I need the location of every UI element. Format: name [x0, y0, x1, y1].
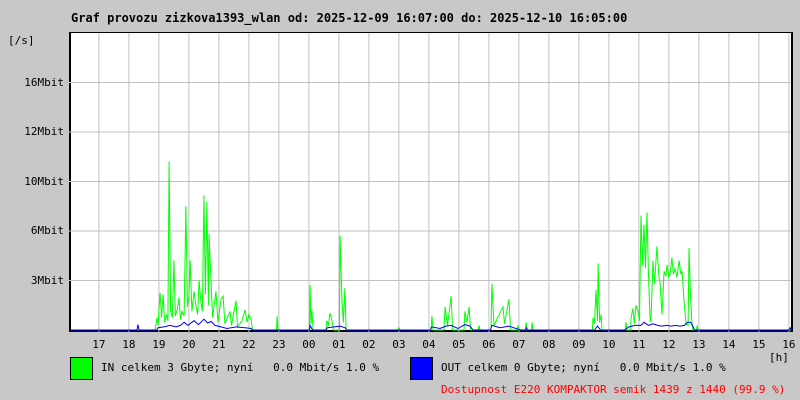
- x-tick-label: 21: [212, 338, 226, 351]
- x-tick-label: 01: [332, 338, 346, 351]
- x-tick-label: 18: [122, 338, 136, 351]
- y-tick-label: 16Mbit: [24, 75, 64, 89]
- y-axis-unit-label: [/s]: [8, 34, 35, 47]
- y-tick-label: 10Mbit: [24, 174, 64, 188]
- x-tick-label: 20: [182, 338, 196, 351]
- traffic-chart-svg: [64, 33, 792, 334]
- availability-text: Dostupnost E220 KOMPAKTOR semik 1439 z 1…: [441, 383, 786, 396]
- x-tick-label: 07: [512, 338, 526, 351]
- x-tick-label: 14: [722, 338, 736, 351]
- plot-area: [64, 32, 793, 334]
- x-tick-label: 15: [752, 338, 766, 351]
- x-tick-label: 16: [782, 338, 796, 351]
- x-tick-label: 08: [542, 338, 556, 351]
- x-tick-label: 19: [152, 338, 166, 351]
- out-legend-swatch: [410, 357, 433, 380]
- x-tick-label: 09: [572, 338, 586, 351]
- x-tick-label: 06: [482, 338, 496, 351]
- out-legend-label: OUT celkem 0 Gbyte; nyní 0.0 Mbit/s 1.0 …: [441, 361, 726, 374]
- y-tick-label: 3Mbit: [30, 273, 64, 287]
- in-legend-label: IN celkem 3 Gbyte; nyní 0.0 Mbit/s 1.0 %: [101, 361, 380, 374]
- x-tick-label: 05: [452, 338, 466, 351]
- x-tick-label: 02: [362, 338, 376, 351]
- x-tick-label: 04: [422, 338, 436, 351]
- page-title: Graf provozu zizkova1393_wlan od: 2025-1…: [71, 11, 628, 25]
- in-series-line: [71, 161, 791, 331]
- traffic-graph-page: { "title": "Graf provozu zizkova1393_wla…: [0, 0, 800, 400]
- in-legend-swatch: [70, 357, 93, 380]
- x-tick-label: 12: [662, 338, 676, 351]
- x-tick-label: 03: [392, 338, 406, 351]
- x-tick-label: 22: [242, 338, 256, 351]
- y-tick-label: 6Mbit: [30, 224, 64, 237]
- y-tick-label: 12Mbit: [24, 125, 64, 138]
- x-tick-label: 10: [602, 338, 616, 351]
- x-tick-label: 00: [302, 338, 316, 351]
- x-tick-label: 23: [272, 338, 286, 351]
- x-axis-unit-label: [h]: [769, 351, 789, 364]
- x-tick-label: 13: [692, 338, 706, 351]
- x-tick-label: 11: [632, 338, 646, 351]
- x-tick-label: 17: [92, 338, 106, 351]
